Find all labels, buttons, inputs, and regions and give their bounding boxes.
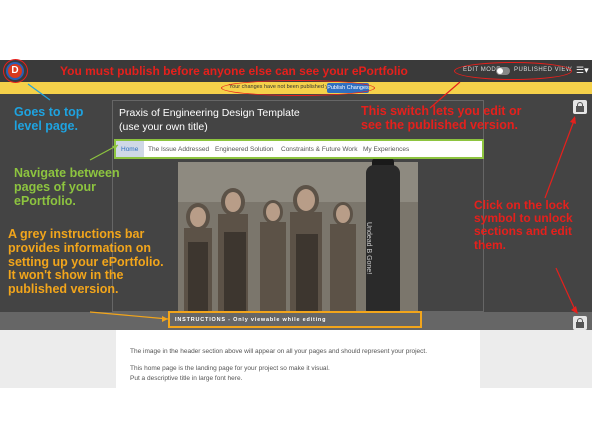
annotation-line: It won't show in the <box>8 268 124 283</box>
annotation-line: see the published version. <box>361 117 518 132</box>
annotation-switch: This switch lets you edit or see the pub… <box>361 104 522 133</box>
annotation-line: A grey instructions bar <box>8 227 145 241</box>
annotation-line: setting up your ePortfolio. <box>8 254 164 269</box>
annotation-line: Navigate between <box>14 166 120 180</box>
annotation-grey-bar: A grey instructions bar provides informa… <box>8 227 164 297</box>
annotation-navigate: Navigate between pages of your ePortfoli… <box>14 166 120 208</box>
annotation-publish: You must publish before anyone else can … <box>60 64 408 78</box>
annotation-line: sections and edit <box>474 224 573 239</box>
annotation-line: Goes to top <box>14 105 84 119</box>
annotation-top-level: Goes to top level page. <box>14 105 84 134</box>
annotation-line: provides information on <box>8 240 152 255</box>
annotation-line: published version. <box>8 282 119 296</box>
annotation-line: This switch lets you edit or <box>361 104 522 118</box>
annotation-line: ePortfolio. <box>14 193 76 208</box>
annotation-line: them. <box>474 237 507 252</box>
annotation-lock: Click on the lock symbol to unlock secti… <box>474 198 573 252</box>
annotation-line: pages of your <box>14 179 96 194</box>
annotation-line: level page. <box>14 118 78 133</box>
